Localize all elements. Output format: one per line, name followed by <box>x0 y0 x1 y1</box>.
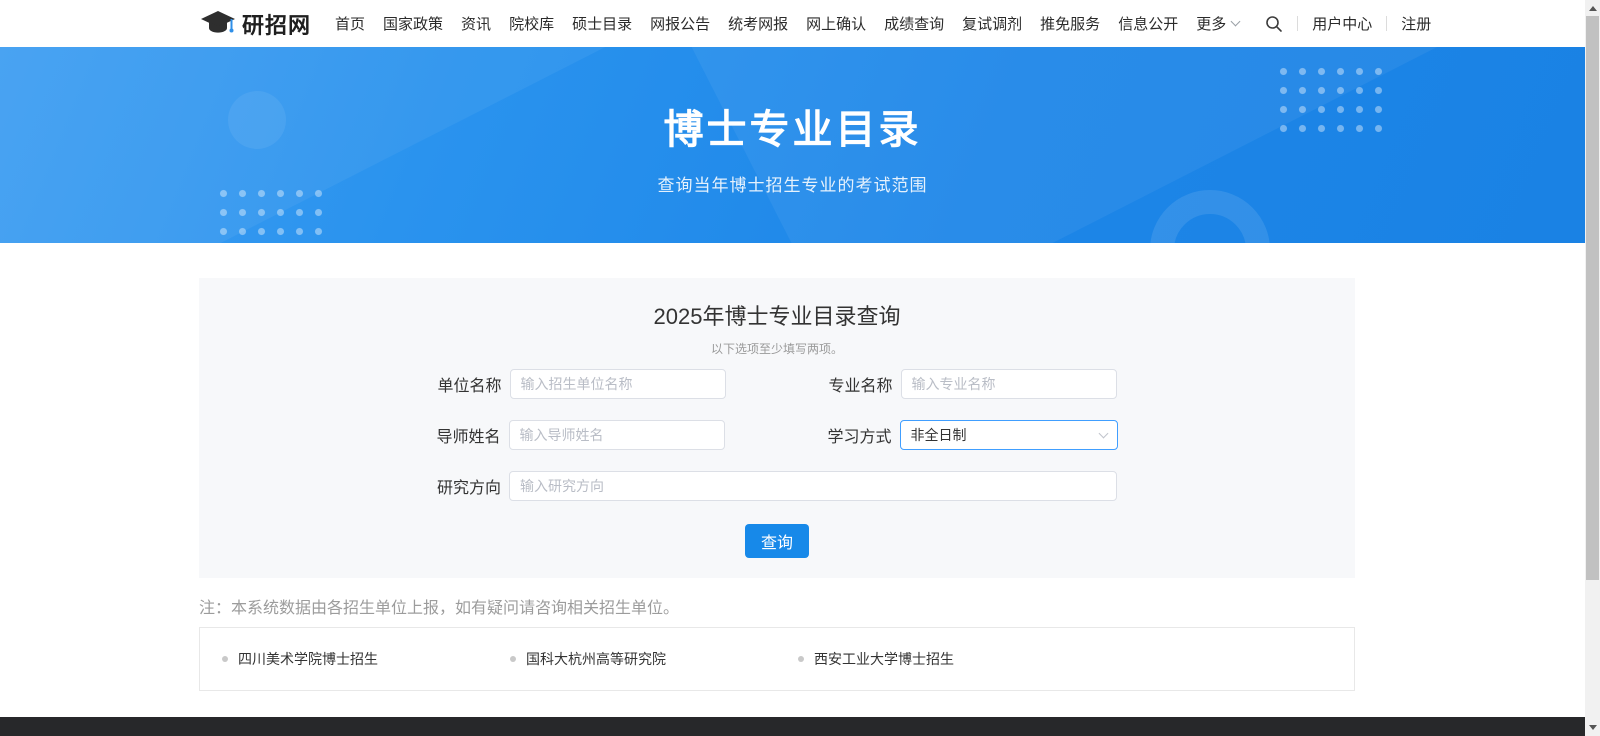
search-icon[interactable] <box>1265 15 1283 33</box>
form-hint: 以下选项至少填写两项。 <box>199 340 1355 357</box>
quick-link-xatu[interactable]: 西安工业大学博士招生 <box>776 649 1064 669</box>
query-form-panel: 2025年博士专业目录查询 以下选项至少填写两项。 单位名称 专业名称 导师姓名 <box>199 278 1355 578</box>
nav-item-online-announcement[interactable]: 网报公告 <box>650 13 710 34</box>
bullet-icon <box>510 656 516 662</box>
research-direction-input[interactable] <box>509 471 1117 501</box>
nav-item-reexam-adjustment[interactable]: 复试调剂 <box>962 13 1022 34</box>
quick-links-panel: 四川美术学院博士招生 国科大杭州高等研究院 西安工业大学博士招生 <box>199 627 1355 691</box>
form-row: 单位名称 专业名称 <box>199 369 1355 399</box>
register-link[interactable]: 注册 <box>1401 13 1431 34</box>
top-nav: 研招网 首页 国家政策 资讯 院校库 硕士目录 网报公告 统考网报 网上确认 成… <box>0 0 1585 47</box>
footer-bar <box>0 717 1585 736</box>
nav-item-more[interactable]: 更多 <box>1196 13 1239 34</box>
query-button[interactable]: 查询 <box>745 524 809 558</box>
nav-item-news[interactable]: 资讯 <box>461 13 491 34</box>
page: 研招网 首页 国家政策 资讯 院校库 硕士目录 网报公告 统考网报 网上确认 成… <box>0 0 1585 736</box>
nav-item-score-query[interactable]: 成绩查询 <box>884 13 944 34</box>
chevron-down-icon <box>1098 429 1108 439</box>
form-row: 研究方向 <box>199 471 1355 501</box>
quick-link-ucas-hangzhou[interactable]: 国科大杭州高等研究院 <box>488 649 776 669</box>
major-name-label: 专业名称 <box>829 372 893 396</box>
site-logo[interactable]: 研招网 <box>200 8 311 40</box>
logo-text: 研招网 <box>242 8 311 40</box>
tutor-name-input[interactable] <box>509 420 725 450</box>
research-direction-label: 研究方向 <box>437 474 501 498</box>
scroll-down-arrow-icon[interactable] <box>1589 725 1597 730</box>
tutor-name-label: 导师姓名 <box>437 423 501 447</box>
major-name-group: 专业名称 <box>829 369 1117 399</box>
bullet-icon <box>798 656 804 662</box>
hero-ring-decoration <box>1150 190 1270 243</box>
nav-item-info-disclosure[interactable]: 信息公开 <box>1118 13 1178 34</box>
study-mode-group: 学习方式 非全日制 <box>828 420 1118 450</box>
hero-banner: 博士专业目录 查询当年博士招生专业的考试范围 <box>0 47 1585 243</box>
main-content: 2025年博士专业目录查询 以下选项至少填写两项。 单位名称 专业名称 导师姓名 <box>199 278 1355 691</box>
study-mode-label: 学习方式 <box>828 423 892 447</box>
study-mode-value: 非全日制 <box>911 425 967 445</box>
nav-item-national-policy[interactable]: 国家政策 <box>383 13 443 34</box>
form-title: 2025年博士专业目录查询 <box>199 299 1355 331</box>
scrollbar-thumb[interactable] <box>1586 16 1599 580</box>
nav-item-online-confirm[interactable]: 网上确认 <box>806 13 866 34</box>
scroll-up-arrow-icon[interactable] <box>1589 6 1597 11</box>
data-source-note: 注：本系统数据由各招生单位上报，如有疑问请咨询相关招生单位。 <box>199 594 1355 618</box>
nav-item-master-catalog[interactable]: 硕士目录 <box>572 13 632 34</box>
unit-name-group: 单位名称 <box>438 369 726 399</box>
button-row: 查询 <box>199 524 1355 558</box>
unit-name-label: 单位名称 <box>438 372 502 396</box>
nav-divider <box>1386 16 1387 31</box>
page-title: 博士专业目录 <box>0 47 1585 155</box>
quick-link-scfai[interactable]: 四川美术学院博士招生 <box>200 649 488 669</box>
major-name-input[interactable] <box>901 369 1117 399</box>
nav-divider <box>1297 16 1298 31</box>
tutor-name-group: 导师姓名 <box>437 420 725 450</box>
nav-item-college-library[interactable]: 院校库 <box>509 13 554 34</box>
form-row: 导师姓名 学习方式 非全日制 <box>199 420 1355 450</box>
study-mode-select[interactable]: 非全日制 <box>900 420 1118 450</box>
research-direction-group: 研究方向 <box>437 471 1117 501</box>
page-subtitle: 查询当年博士招生专业的考试范围 <box>0 171 1585 196</box>
chevron-down-icon <box>1231 17 1241 27</box>
nav-item-home[interactable]: 首页 <box>335 13 365 34</box>
nav-item-unified-exam[interactable]: 统考网报 <box>728 13 788 34</box>
user-center-link[interactable]: 用户中心 <box>1312 13 1372 34</box>
nav-item-exemption-service[interactable]: 推免服务 <box>1040 13 1100 34</box>
unit-name-input[interactable] <box>510 369 726 399</box>
graduation-cap-icon <box>200 10 236 37</box>
more-label: 更多 <box>1196 13 1226 34</box>
scrollbar-track[interactable] <box>1585 0 1600 736</box>
bullet-icon <box>222 656 228 662</box>
